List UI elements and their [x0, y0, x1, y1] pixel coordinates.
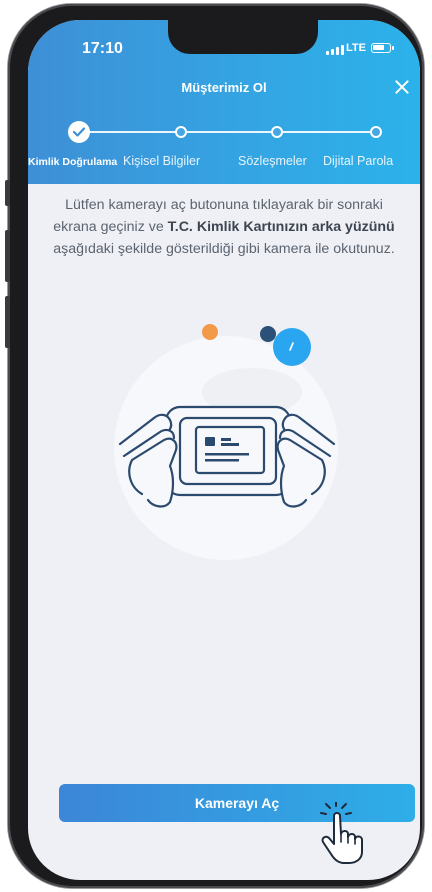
step-3-dot [271, 126, 283, 138]
step-label-sozlesmeler: Sözleşmeler [238, 154, 307, 168]
step-1-check-icon [68, 121, 90, 143]
status-time: 17:10 [82, 40, 123, 57]
orange-dot [202, 324, 218, 340]
step-2-dot [175, 126, 187, 138]
volume-down-button [5, 296, 10, 348]
battery-icon [371, 43, 394, 53]
step-4-dot [370, 126, 382, 138]
volume-up-button [5, 230, 10, 282]
stepper-line [88, 131, 376, 133]
pointing-hand-icon [320, 802, 363, 864]
scan-id-illustration [114, 324, 338, 560]
close-icon[interactable] [392, 77, 412, 97]
step-label-kimlik: Kimlik Doğrulama [28, 156, 118, 168]
phone-frame: 17:10 LTE Müşterimiz Ol Kimlik Doğrulama… [5, 4, 424, 888]
page-title: Müşterimiz Ol [181, 80, 267, 95]
id-chip-icon [205, 437, 215, 446]
notch [168, 20, 318, 54]
header: 17:10 LTE Müşterimiz Ol Kimlik Doğrulama… [28, 20, 420, 184]
signal-icon [326, 45, 344, 55]
mute-switch [5, 180, 10, 206]
step-label-kisisel: Kişisel Bilgiler [123, 154, 201, 168]
navy-dot [260, 326, 276, 342]
instructions-text: Lütfen kamerayı aç butonuna tıklayarak b… [53, 197, 395, 257]
step-label-parola: Dijital Parola [323, 154, 394, 168]
app-screen: 17:10 LTE Müşterimiz Ol Kimlik Doğrulama… [28, 20, 420, 880]
network-label: LTE [346, 42, 366, 54]
